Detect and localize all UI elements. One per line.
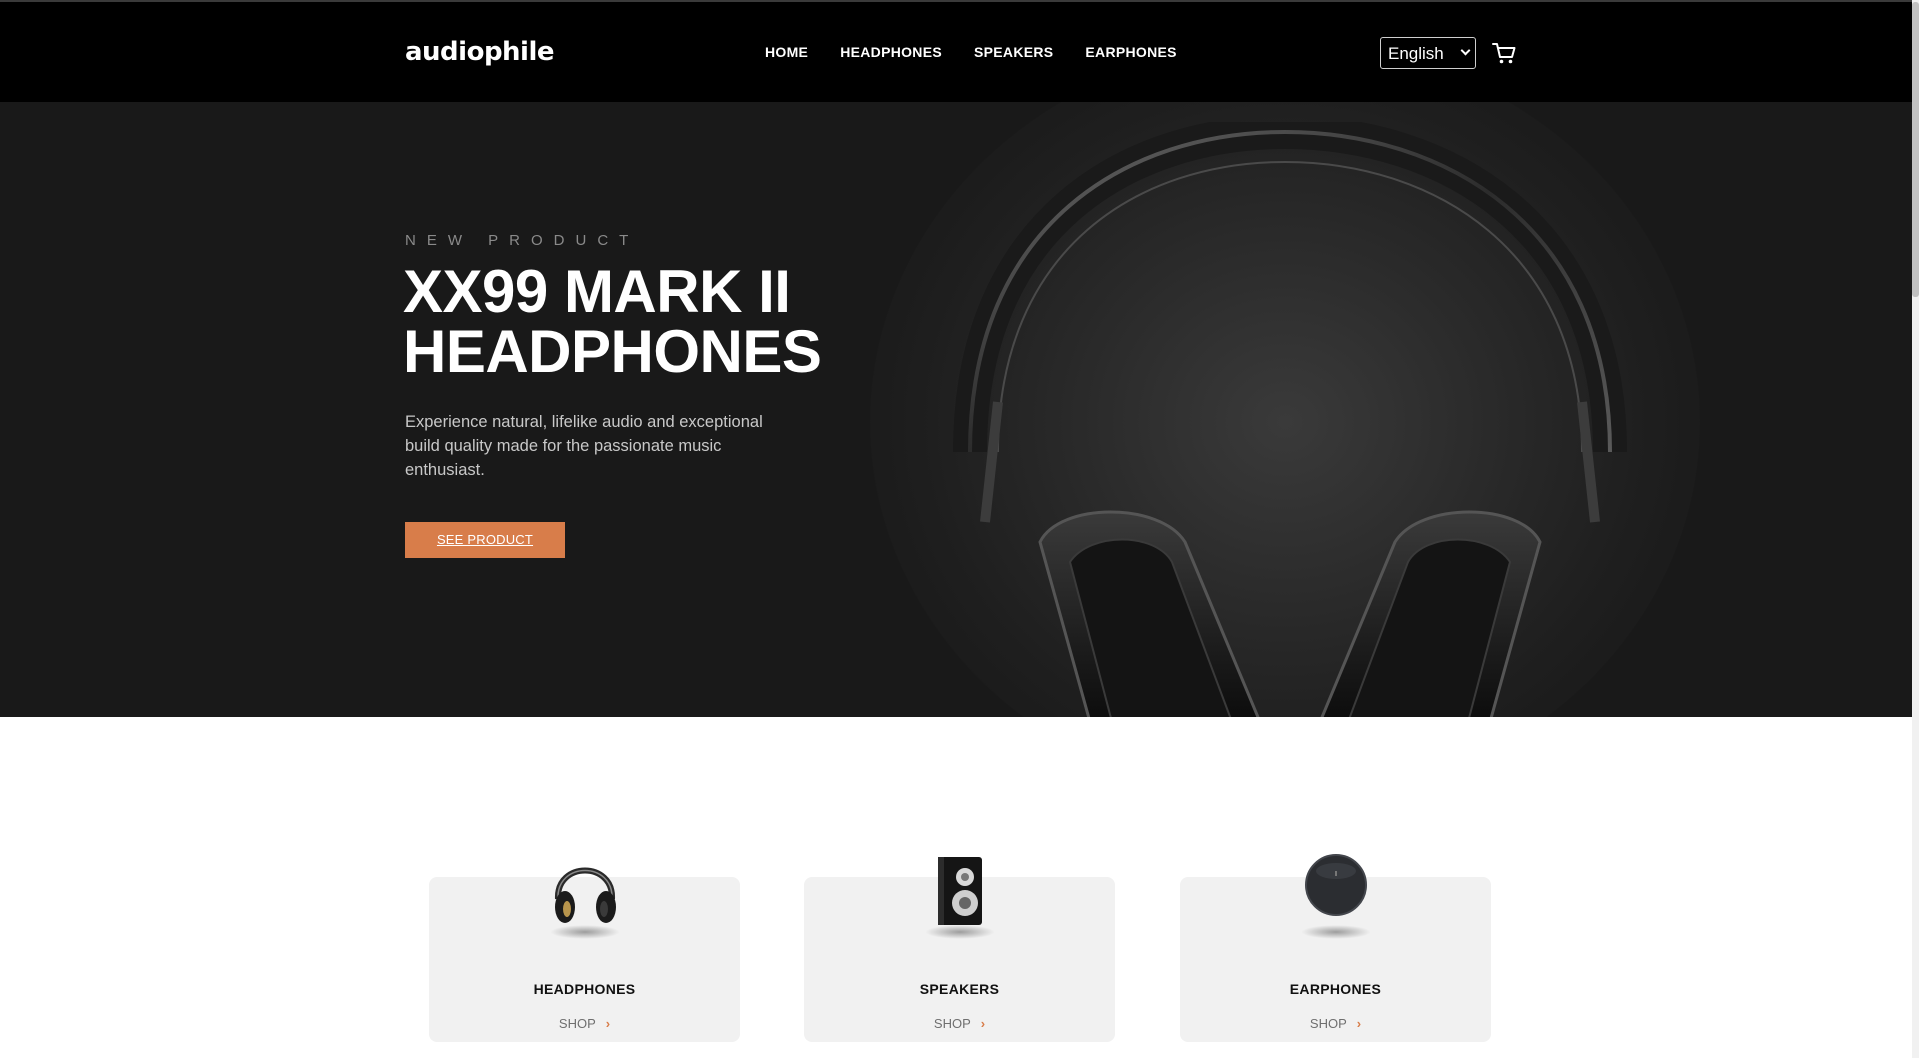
- chevron-right-icon: ›: [605, 1016, 611, 1031]
- chevron-down-icon: [1460, 45, 1471, 56]
- language-select-value: English: [1388, 44, 1444, 63]
- hero-title: XX99 MARK II HEADPHONES: [403, 262, 923, 382]
- page-scrollbar[interactable]: [1912, 0, 1919, 1058]
- main-nav: HOME HEADPHONES SPEAKERS EARPHONES: [765, 44, 1177, 60]
- shop-link[interactable]: SHOP ›: [429, 1016, 740, 1031]
- site-header: audiophile HOME HEADPHONES SPEAKERS EARP…: [0, 2, 1919, 102]
- chevron-right-icon: ›: [980, 1016, 986, 1031]
- hero-description: Experience natural, lifelike audio and e…: [405, 413, 763, 479]
- category-card-speakers[interactable]: SPEAKERS SHOP ›: [804, 857, 1115, 1042]
- category-name: HEADPHONES: [533, 981, 636, 997]
- category-card-earphones[interactable]: EARPHONES SHOP ›: [1180, 854, 1491, 1042]
- nav-headphones-link[interactable]: HEADPHONES: [840, 44, 942, 60]
- hero-title-line2: HEADPHONES: [403, 318, 822, 385]
- category-name: SPEAKERS: [919, 981, 1000, 997]
- hero-eyebrow: NEW PRODUCT: [405, 232, 640, 249]
- headphones-thumbnail: [554, 867, 616, 923]
- hero-title-line1: XX99 MARK II: [403, 258, 791, 325]
- nav-speakers-link[interactable]: SPEAKERS: [974, 44, 1053, 60]
- speaker-thumbnail: [937, 857, 982, 925]
- logo[interactable]: audiophile: [405, 37, 555, 67]
- see-product-button[interactable]: SEE PRODUCT: [405, 522, 565, 558]
- hero-headphones-image: [953, 122, 1627, 717]
- category-card-headphones[interactable]: HEADPHONES SHOP ›: [429, 867, 740, 1042]
- shop-label: SHOP: [933, 1016, 971, 1031]
- shop-link[interactable]: SHOP ›: [1180, 1016, 1491, 1031]
- cart-icon[interactable]: [1491, 40, 1517, 66]
- nav-earphones-link[interactable]: EARPHONES: [1085, 44, 1176, 60]
- shop-label: SHOP: [1309, 1016, 1347, 1031]
- shop-link[interactable]: SHOP ›: [804, 1016, 1115, 1031]
- language-select[interactable]: English: [1380, 37, 1476, 69]
- nav-home-link[interactable]: HOME: [765, 44, 808, 60]
- chevron-right-icon: ›: [1356, 1016, 1362, 1031]
- scrollbar-thumb[interactable]: [1912, 2, 1919, 297]
- earphones-case-thumbnail: [1304, 854, 1367, 916]
- shop-label: SHOP: [558, 1016, 596, 1031]
- category-name: EARPHONES: [1289, 981, 1382, 997]
- hero-section: NEW PRODUCT XX99 MARK II HEADPHONES Expe…: [0, 102, 1919, 717]
